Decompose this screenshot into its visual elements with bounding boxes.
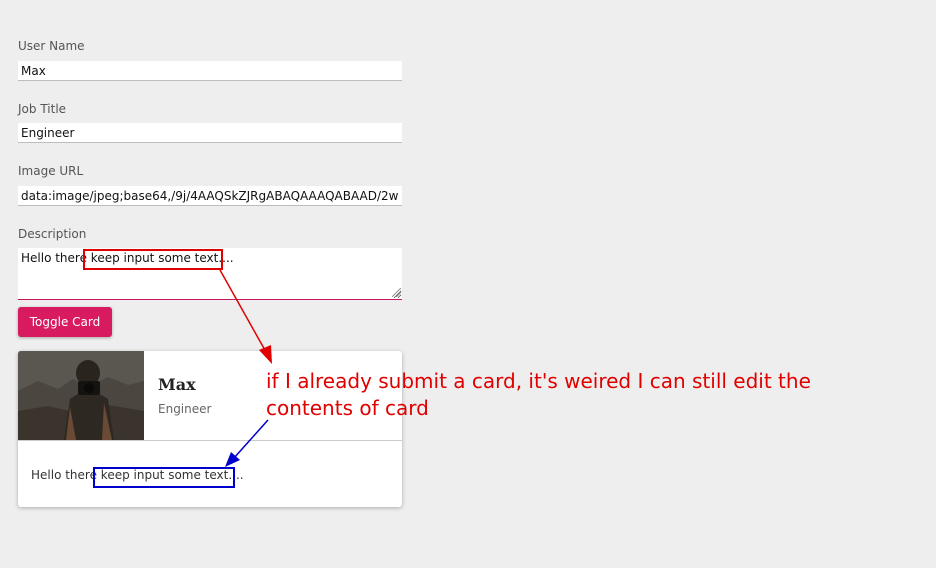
card-title: Max (158, 375, 196, 394)
imageurl-input[interactable] (18, 186, 402, 206)
jobtitle-input[interactable] (18, 123, 402, 143)
annotation-box-textarea-highlight (83, 249, 223, 270)
description-label: Description (18, 227, 87, 241)
annotation-box-card-highlight (93, 467, 235, 488)
jobtitle-label: Job Title (18, 102, 67, 116)
annotation-note: if I already submit a card, it's weired … (266, 369, 811, 420)
textarea-resize-handle[interactable] (392, 288, 401, 297)
page: User Name Job Title Image URL Descriptio… (0, 0, 936, 568)
card-photo (18, 351, 144, 440)
username-label: User Name (18, 39, 85, 53)
toggle-card-button[interactable]: Toggle Card (18, 307, 112, 337)
username-input[interactable] (18, 61, 402, 81)
card-subtitle: Engineer (158, 402, 212, 416)
card-divider (18, 440, 402, 441)
imageurl-label: Image URL (18, 164, 84, 178)
photographer-image (18, 351, 144, 440)
